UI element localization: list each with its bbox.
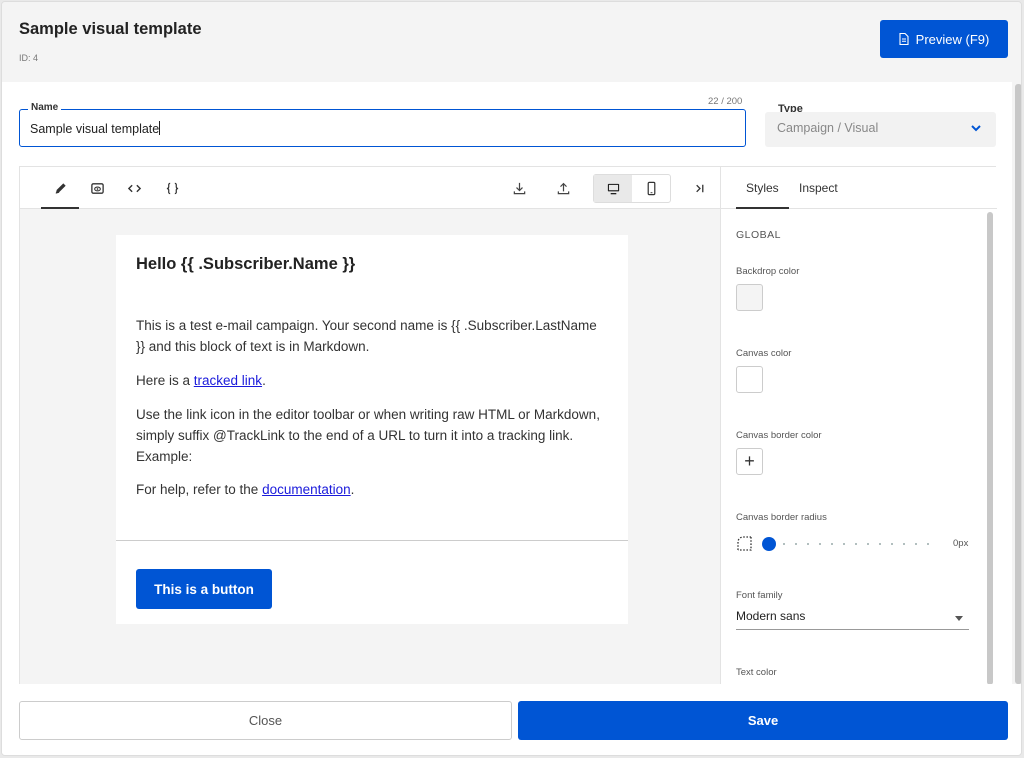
name-input[interactable]: Name Sample visual template <box>19 102 746 147</box>
edit-mode-button[interactable] <box>46 175 74 201</box>
editor-toolbar <box>20 167 721 209</box>
name-input-value: Sample visual template <box>30 121 161 136</box>
tracked-link[interactable]: tracked link <box>194 373 262 388</box>
toggle-side-panel-button[interactable] <box>685 175 713 201</box>
backdrop-color-swatch[interactable] <box>736 284 763 311</box>
canvas-color-swatch[interactable] <box>736 366 763 393</box>
canvas-color-label: Canvas color <box>736 348 792 359</box>
editor-canvas: Hello {{ .Subscriber.Name }} This is a t… <box>20 209 721 685</box>
import-button[interactable] <box>549 175 577 201</box>
side-panel-tabs: Styles Inspect <box>721 167 997 209</box>
html-source-button[interactable] <box>120 175 148 201</box>
email-paragraph[interactable]: Use the link icon in the editor toolbar … <box>136 404 606 467</box>
preview-mode-button[interactable] <box>83 175 111 201</box>
visual-editor: Hello {{ .Subscriber.Name }} This is a t… <box>19 166 997 685</box>
border-radius-slider-track[interactable] <box>766 543 931 545</box>
email-preview[interactable]: Hello {{ .Subscriber.Name }} This is a t… <box>116 235 628 624</box>
email-divider <box>116 540 628 541</box>
email-paragraph[interactable]: This is a test e-mail campaign. Your sec… <box>136 315 606 357</box>
template-modal: Sample visual template ID: 4 Preview (F9… <box>1 1 1022 756</box>
email-cta-button[interactable]: This is a button <box>136 569 272 609</box>
email-paragraph[interactable]: For help, refer to the documentation. <box>136 479 606 500</box>
modal-body: 22 / 200 Name Sample visual template Typ… <box>2 82 1012 685</box>
text-color-label: Text color <box>736 667 777 678</box>
document-icon <box>899 33 909 45</box>
font-family-label: Font family <box>736 590 783 601</box>
active-tab-indicator <box>736 207 789 209</box>
template-id: ID: 4 <box>19 53 39 63</box>
export-button[interactable] <box>505 175 533 201</box>
desktop-icon <box>607 183 619 195</box>
email-heading[interactable]: Hello {{ .Subscriber.Name }} <box>136 255 355 274</box>
type-select[interactable]: Campaign / Visual <box>765 112 996 147</box>
tab-styles[interactable]: Styles <box>746 181 779 195</box>
name-char-count: 22 / 200 <box>708 96 743 107</box>
upload-icon <box>557 182 569 194</box>
chevron-down-icon <box>971 125 981 132</box>
add-border-color-button[interactable]: + <box>736 448 763 475</box>
backdrop-color-label: Backdrop color <box>736 266 800 277</box>
email-paragraph[interactable]: Here is a tracked link. <box>136 370 606 391</box>
pencil-icon <box>55 182 66 194</box>
preview-eye-icon <box>90 182 104 194</box>
download-icon <box>513 182 525 194</box>
border-radius-label: Canvas border radius <box>736 512 827 523</box>
preview-button[interactable]: Preview (F9) <box>880 20 1008 58</box>
modal-header: Sample visual template ID: 4 Preview (F9… <box>2 2 1021 82</box>
mobile-view-button[interactable] <box>632 175 670 202</box>
type-select-value: Campaign / Visual <box>777 121 879 135</box>
tab-inspect[interactable]: Inspect <box>799 181 838 195</box>
border-radius-slider-thumb[interactable] <box>762 537 776 551</box>
section-title: GLOBAL <box>736 229 782 241</box>
braces-icon <box>166 182 178 194</box>
name-label: Name <box>28 102 62 113</box>
border-color-label: Canvas border color <box>736 430 822 441</box>
save-button[interactable]: Save <box>518 701 1008 740</box>
border-radius-icon <box>737 536 752 551</box>
styles-panel: Styles Inspect GLOBAL Backdrop color Can… <box>721 167 997 685</box>
documentation-link[interactable]: documentation <box>262 482 351 497</box>
json-source-button[interactable] <box>158 175 186 201</box>
mobile-icon <box>647 181 655 196</box>
code-icon <box>127 184 141 192</box>
font-family-value: Modern sans <box>736 609 806 623</box>
page-title: Sample visual template <box>19 20 202 38</box>
border-radius-value: 0px <box>953 538 969 549</box>
font-family-select[interactable]: Modern sans <box>736 605 969 630</box>
device-toggle <box>593 174 671 203</box>
collapse-panel-icon <box>695 184 703 192</box>
preview-button-label: Preview (F9) <box>915 31 990 47</box>
caret-down-icon <box>955 616 963 621</box>
side-panel-scrollbar[interactable] <box>987 212 993 685</box>
desktop-view-button[interactable] <box>594 175 632 202</box>
modal-footer: Close Save <box>2 684 1021 755</box>
close-button[interactable]: Close <box>19 701 512 740</box>
modal-scrollbar[interactable] <box>1015 84 1021 684</box>
